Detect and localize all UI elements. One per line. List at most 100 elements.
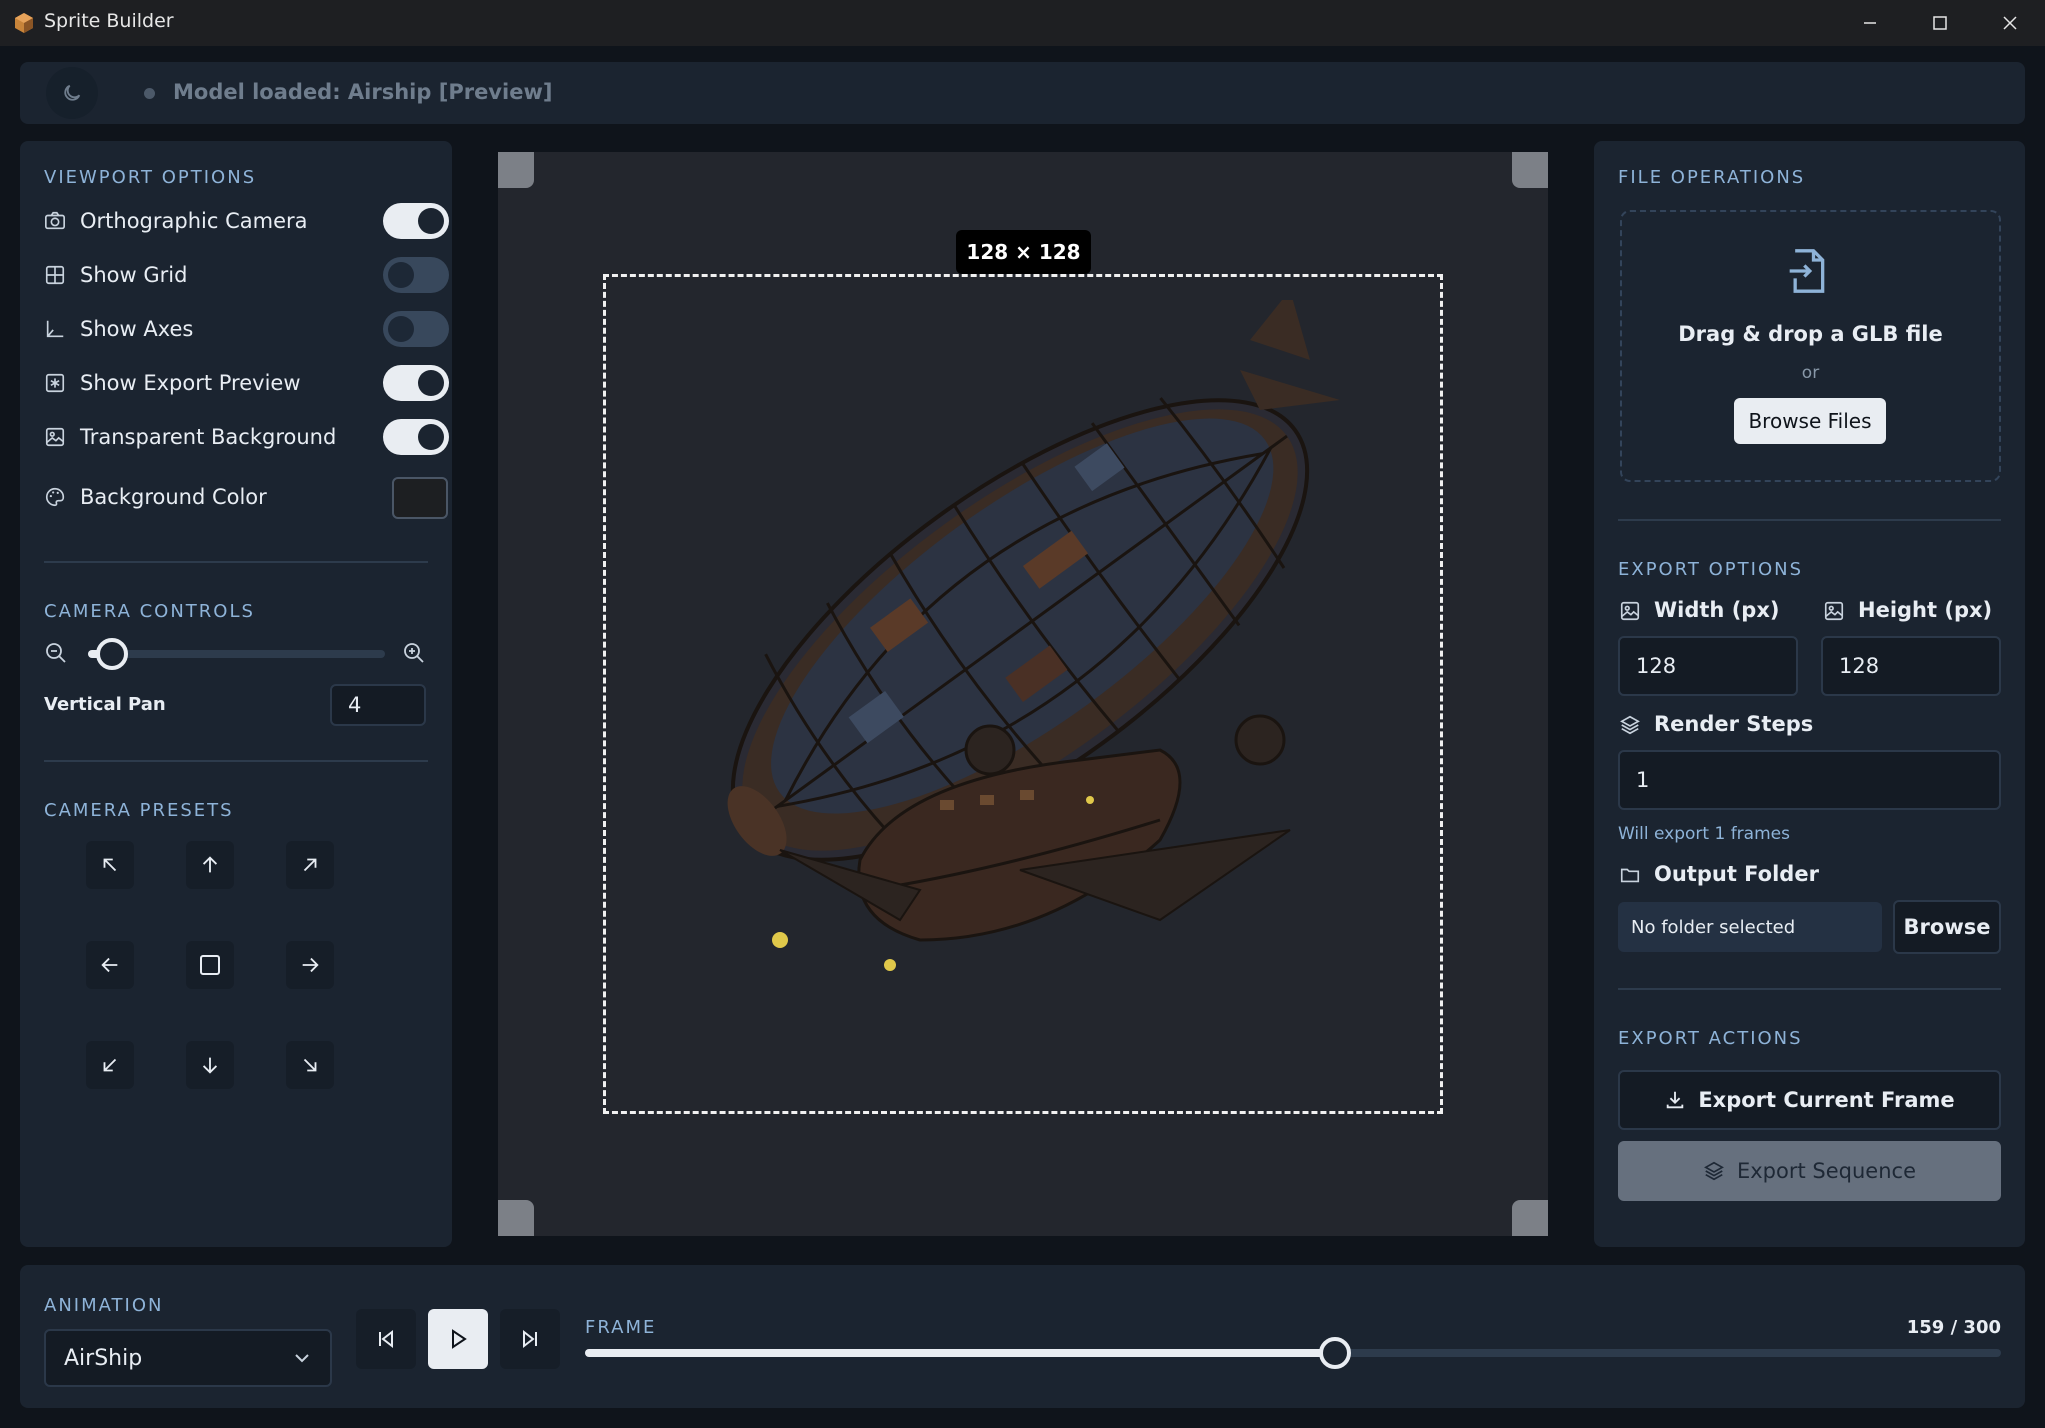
vertical-pan-label: Vertical Pan (44, 694, 166, 715)
preset-down-left-button[interactable] (86, 1041, 134, 1089)
animation-title: ANIMATION (44, 1295, 164, 1316)
arrow-down-right-icon (303, 1058, 317, 1072)
browse-files-button[interactable]: Browse Files (1734, 398, 1886, 444)
chevron-down-icon (295, 1354, 309, 1363)
render-steps-label: Render Steps (1654, 712, 1814, 736)
divider (1618, 519, 2001, 521)
file-import-icon (1789, 249, 1825, 293)
close-button[interactable] (1975, 0, 2045, 46)
option-background-color: Background Color (44, 477, 448, 519)
palette-icon (46, 487, 65, 507)
skip-back-icon (379, 1329, 393, 1349)
transparent-background-toggle[interactable] (383, 419, 449, 455)
play-button[interactable] (428, 1309, 488, 1369)
skip-forward-icon (523, 1329, 537, 1349)
arrow-down-left-icon (103, 1058, 117, 1072)
divider (44, 561, 428, 563)
image-icon (1824, 601, 1844, 621)
preset-left-button[interactable] (86, 941, 134, 989)
arrow-left-icon (101, 957, 118, 973)
zoom-out-icon[interactable] (44, 641, 68, 665)
play-icon (452, 1329, 467, 1349)
zoom-slider[interactable] (88, 638, 385, 670)
output-folder-field: No folder selected (1618, 902, 1882, 952)
width-label: Width (px) (1654, 598, 1780, 622)
frame-slider-fill (585, 1349, 1335, 1357)
orthographic-camera-toggle[interactable] (383, 203, 449, 239)
divider (1618, 988, 2001, 990)
frame-slider[interactable] (585, 1337, 2001, 1369)
moon-icon (64, 84, 81, 101)
status-indicator (144, 88, 155, 99)
preset-down-button[interactable] (186, 1041, 234, 1089)
camera-controls-title: CAMERA CONTROLS (44, 601, 255, 622)
preset-center-button[interactable] (186, 941, 234, 989)
option-transparent-background: Transparent Background (44, 417, 449, 457)
show-grid-toggle[interactable] (383, 257, 449, 293)
zoom-slider-thumb[interactable] (96, 638, 128, 670)
export-current-frame-label: Export Current Frame (1698, 1088, 1955, 1112)
option-orthographic-camera: Orthographic Camera (44, 201, 449, 241)
option-label: Transparent Background (80, 425, 337, 449)
export-options-title: EXPORT OPTIONS (1618, 559, 1804, 580)
preset-down-right-button[interactable] (286, 1041, 334, 1089)
dropzone-or-text: or (1801, 363, 1820, 383)
image-icon (1620, 601, 1640, 621)
grid-icon (45, 265, 65, 285)
preset-up-button[interactable] (186, 841, 234, 889)
show-axes-toggle[interactable] (383, 311, 449, 347)
window-title: Sprite Builder (44, 10, 174, 32)
viewport-corner (1512, 1200, 1548, 1236)
export-dimensions-label: 128 × 128 (956, 230, 1091, 274)
browse-folder-button[interactable]: Browse (1893, 900, 2001, 954)
status-bar: Model loaded: Airship [Preview] (20, 62, 2025, 124)
folder-icon (1620, 868, 1640, 883)
option-label: Background Color (80, 485, 267, 509)
frame-title: FRAME (585, 1317, 657, 1338)
show-export-preview-toggle[interactable] (383, 365, 449, 401)
minimize-button[interactable] (1835, 0, 1905, 46)
download-icon (1667, 1091, 1684, 1109)
export-current-frame-button[interactable]: Export Current Frame (1618, 1070, 2001, 1130)
height-label: Height (px) (1858, 598, 1993, 622)
preset-up-left-button[interactable] (86, 841, 134, 889)
option-label: Show Export Preview (80, 371, 301, 395)
zoom-in-icon[interactable] (402, 641, 426, 665)
skip-forward-button[interactable] (500, 1309, 560, 1369)
camera-presets-title: CAMERA PRESETS (44, 800, 234, 821)
vertical-pan-input[interactable]: 4 (330, 684, 426, 726)
frames-hint: Will export 1 frames (1618, 824, 1790, 844)
frame-counter: 159 / 300 (1906, 1317, 2001, 1338)
export-actions-title: EXPORT ACTIONS (1618, 1028, 1803, 1049)
render-steps-input[interactable]: 1 (1618, 750, 2001, 810)
animation-selected-value: AirShip (64, 1345, 143, 1371)
arrow-up-right-icon (303, 858, 317, 872)
export-preview-frame (603, 274, 1443, 1114)
viewport-options-title: VIEWPORT OPTIONS (44, 167, 257, 188)
option-show-grid: Show Grid (44, 255, 449, 295)
file-operations-title: FILE OPERATIONS (1618, 167, 1806, 188)
animation-select[interactable]: AirShip (44, 1329, 332, 1387)
maximize-button[interactable] (1905, 0, 1975, 46)
height-input[interactable]: 128 (1821, 636, 2001, 696)
option-label: Show Axes (80, 317, 194, 341)
close-icon (2003, 16, 2017, 30)
arrow-up-icon (202, 856, 218, 873)
preset-up-right-button[interactable] (286, 841, 334, 889)
animation-bar: ANIMATION AirShip FRAME 159 / 300 (20, 1265, 2025, 1408)
frame-slider-thumb[interactable] (1319, 1337, 1351, 1369)
title-bar: Sprite Builder (0, 0, 2045, 46)
option-show-export-preview: Show Export Preview (44, 363, 449, 403)
export-sequence-button[interactable]: Export Sequence (1618, 1141, 2001, 1201)
image-icon (45, 427, 65, 447)
left-panel: VIEWPORT OPTIONS Orthographic Camera Sho… (20, 141, 452, 1247)
app-logo-icon (15, 13, 33, 33)
output-folder-label: Output Folder (1654, 862, 1819, 886)
option-label: Orthographic Camera (80, 209, 308, 233)
width-input[interactable]: 128 (1618, 636, 1798, 696)
background-color-swatch[interactable] (392, 477, 448, 519)
layers-icon (1620, 715, 1640, 735)
theme-toggle-button[interactable] (46, 67, 98, 119)
skip-back-button[interactable] (356, 1309, 416, 1369)
preset-right-button[interactable] (286, 941, 334, 989)
